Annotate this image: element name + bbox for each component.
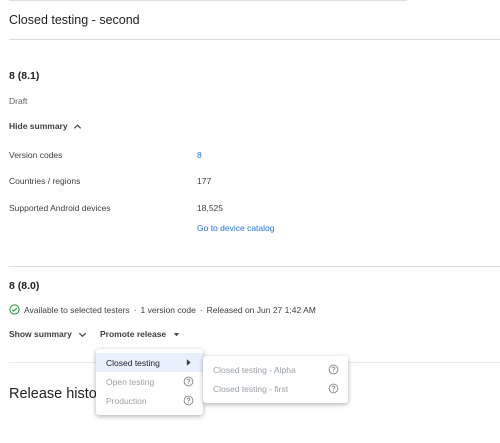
- promote-release-button[interactable]: Promote release: [100, 329, 181, 339]
- menu-item-production[interactable]: Production: [96, 391, 203, 410]
- header-divider: [9, 39, 500, 40]
- supported-devices-label: Supported Android devices: [9, 203, 111, 213]
- separator-dot: ·: [199, 304, 203, 315]
- version-codes-label: Version codes: [9, 150, 63, 160]
- chevron-up-icon: [73, 123, 81, 129]
- menu-item-label: Open testing: [106, 376, 155, 387]
- submenu-item-label: Closed testing - Alpha: [213, 364, 296, 375]
- menu-item-closed-testing[interactable]: Closed testing: [96, 353, 203, 372]
- draft-status: Draft: [9, 96, 28, 106]
- countries-regions-value: 177: [197, 176, 212, 186]
- section-divider: [9, 266, 500, 267]
- release-history-title: Release history: [9, 386, 109, 402]
- promote-release-label: Promote release: [100, 329, 167, 339]
- menu-item-label: Production: [106, 395, 147, 406]
- submenu-item-closed-testing-alpha[interactable]: Closed testing - Alpha: [203, 360, 348, 379]
- promote-menu: Closed testing Open testing Production: [96, 349, 203, 415]
- supported-devices-value: 18,525: [197, 203, 223, 213]
- chevron-right-icon: [183, 357, 194, 368]
- show-summary-button[interactable]: Show summary: [9, 329, 87, 339]
- show-summary-label: Show summary: [9, 329, 72, 339]
- chevron-down-icon: [78, 332, 86, 337]
- live-release-title: 8 (8.0): [9, 280, 40, 292]
- closed-testing-submenu: Closed testing - Alpha Closed testing - …: [203, 356, 348, 403]
- hide-summary-label: Hide summary: [9, 121, 68, 131]
- menu-item-open-testing[interactable]: Open testing: [96, 372, 203, 391]
- version-codes-link[interactable]: 8: [197, 150, 202, 160]
- separator-dot: ·: [133, 304, 137, 315]
- check-circle-icon: [9, 304, 20, 315]
- help-icon[interactable]: [183, 395, 194, 406]
- top-divider: [9, 0, 407, 1]
- submenu-item-label: Closed testing - first: [213, 383, 289, 394]
- countries-regions-label: Countries / regions: [9, 176, 81, 186]
- menu-item-label: Closed testing: [106, 357, 160, 368]
- device-catalog-link[interactable]: Go to device catalog: [197, 223, 275, 233]
- page-title: Closed testing - second: [9, 13, 140, 27]
- hide-summary-button[interactable]: Hide summary: [9, 121, 82, 131]
- caret-down-icon: [173, 332, 180, 336]
- draft-release-title: 8 (8.1): [9, 70, 40, 82]
- help-icon[interactable]: [328, 364, 339, 375]
- help-icon[interactable]: [183, 376, 194, 387]
- released-date-text: Released on Jun 27 1:42 AM: [206, 304, 316, 315]
- availability-text: Available to selected testers: [24, 304, 130, 315]
- release-status-line: Available to selected testers · 1 versio…: [9, 304, 316, 315]
- submenu-item-closed-testing-first[interactable]: Closed testing - first: [203, 379, 348, 398]
- version-count-text: 1 version code: [140, 304, 196, 315]
- help-icon[interactable]: [328, 383, 339, 394]
